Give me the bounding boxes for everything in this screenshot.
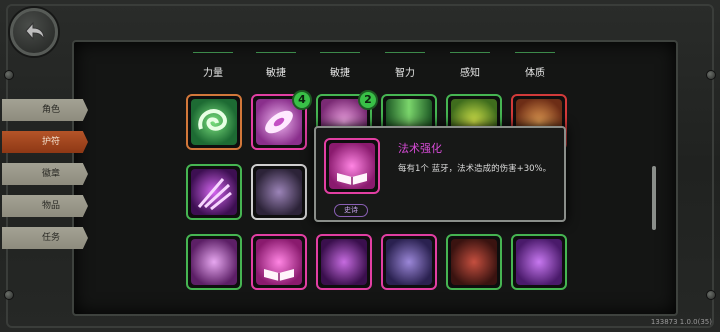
back-button[interactable] [10, 8, 58, 56]
attr-agility: 敏捷 [266, 68, 286, 79]
frame-bolt [4, 290, 14, 300]
spellbook-icon [329, 143, 375, 189]
amulet-slot[interactable] [251, 164, 307, 220]
sidebar-tabs: 角色 护符 徽章 物品 任务 [2, 99, 88, 259]
tab-character[interactable]: 角色 [2, 99, 88, 121]
back-arrow-icon [25, 21, 45, 41]
tooltip-title: 法术强化 [398, 142, 442, 155]
tab-label: 徽章 [42, 169, 61, 179]
mask-amulet-icon [386, 239, 432, 285]
rarity-badge: 史诗 [334, 204, 368, 217]
amulet-slot[interactable] [186, 164, 242, 220]
amulet-slot[interactable] [186, 94, 242, 150]
tab-badge[interactable]: 徽章 [2, 163, 88, 185]
tooltip-description: 每有1个 蓝牙，法术造成的伤害+30%。 [398, 164, 552, 174]
amulet-tooltip: 法术强化 每有1个 蓝牙，法术造成的伤害+30%。 史诗 [314, 126, 566, 222]
tab-label: 角色 [42, 105, 61, 115]
tab-amulet[interactable]: 护符 [2, 131, 88, 153]
spellbook-amulet-icon [256, 239, 302, 285]
amulet-slot[interactable] [381, 234, 437, 290]
ghost-amulet-icon [516, 239, 562, 285]
count-badge: 2 [358, 90, 378, 110]
scrollbar[interactable] [652, 166, 656, 230]
tab-label: 护符 [42, 137, 61, 147]
frame-bolt [706, 290, 716, 300]
amulet-slot[interactable] [186, 234, 242, 290]
tab-items[interactable]: 物品 [2, 195, 88, 217]
frame-bolt [706, 70, 716, 80]
version-label: 133873 1.0.0(35) [650, 318, 712, 326]
count-badge: 4 [292, 90, 312, 110]
attr-constitution: 体质 [525, 68, 545, 79]
amulet-slot[interactable] [511, 234, 567, 290]
tooltip-icon-frame [324, 138, 380, 194]
vortex-amulet-icon [191, 99, 237, 145]
hand-amulet-icon [256, 169, 302, 215]
tab-label: 任务 [42, 233, 61, 243]
amulet-slot[interactable] [251, 234, 307, 290]
attr-agility-2: 敏捷 [330, 68, 350, 79]
blood-amulet-icon [451, 239, 497, 285]
tab-quests[interactable]: 任务 [2, 227, 88, 249]
web-amulet-icon [191, 239, 237, 285]
attr-strength: 力量 [203, 68, 223, 79]
amulet-slot[interactable] [446, 234, 502, 290]
claw-amulet-icon [191, 169, 237, 215]
attr-perception: 感知 [460, 68, 480, 79]
tab-label: 物品 [42, 201, 61, 211]
amulet-slot[interactable] [316, 234, 372, 290]
frame-bolt [4, 70, 14, 80]
attr-intelligence: 智力 [395, 68, 415, 79]
crown-amulet-icon [321, 239, 367, 285]
